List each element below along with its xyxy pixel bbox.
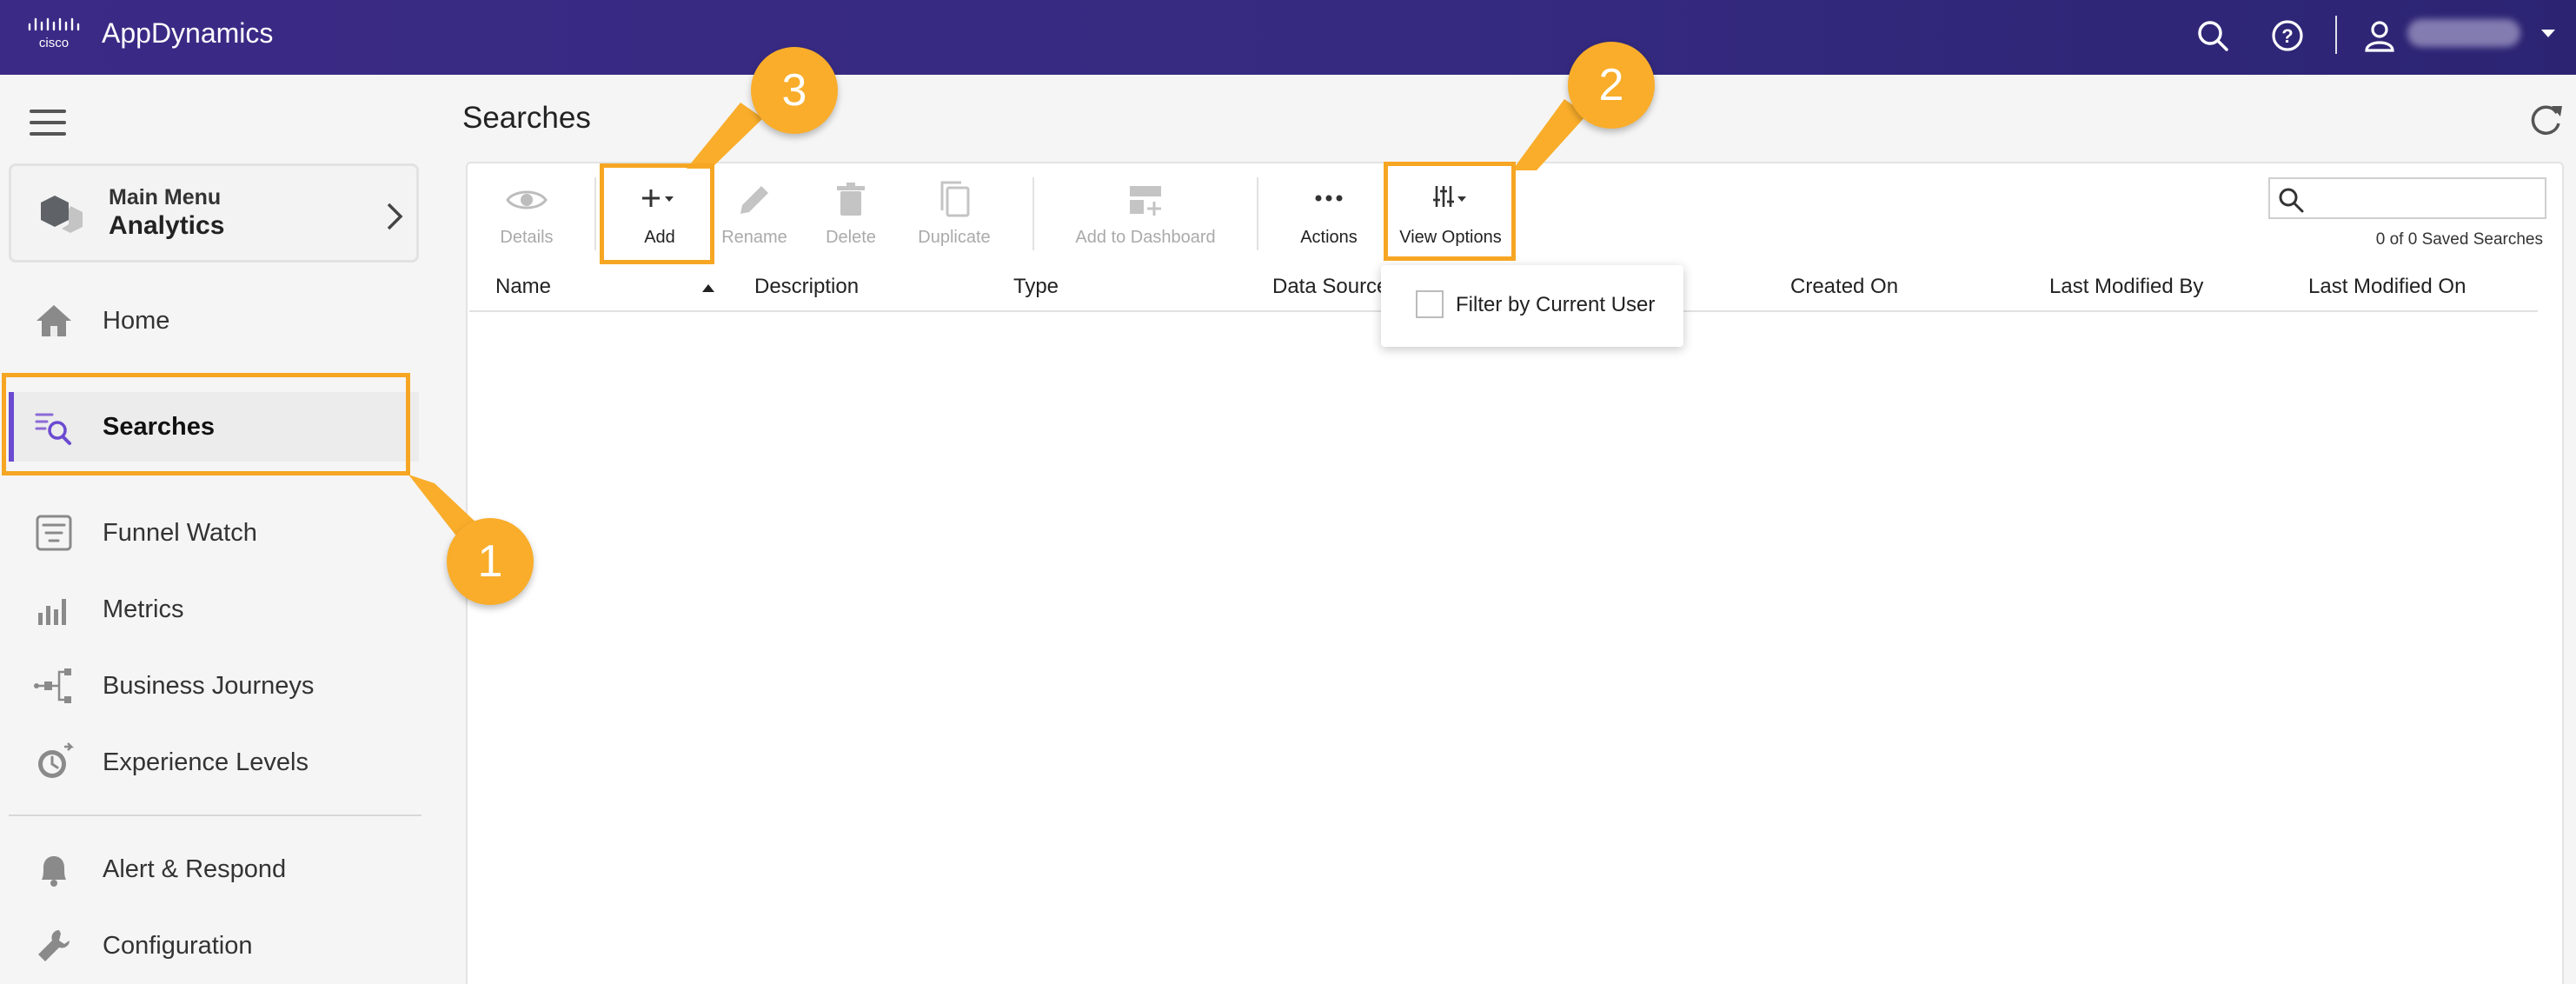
add-to-dashboard-label: Add to Dashboard: [1075, 228, 1216, 247]
chevron-right-icon: [387, 203, 403, 230]
cisco-logo: cisco: [28, 17, 80, 50]
callout-2: 2: [1568, 42, 1655, 129]
sort-ascending-icon[interactable]: [702, 284, 714, 292]
dashboard-add-icon: [1130, 186, 1161, 216]
sidebar-item-metrics[interactable]: Metrics: [9, 575, 419, 644]
actions-label: Actions: [1300, 228, 1358, 247]
svg-text:?: ?: [2281, 25, 2293, 47]
journey-icon: [34, 668, 71, 703]
refresh-icon[interactable]: [2526, 99, 2566, 139]
main-menu-switcher[interactable]: Main Menu Analytics: [9, 163, 419, 263]
rename-label: Rename: [721, 228, 787, 247]
user-icon[interactable]: [2360, 16, 2400, 56]
column-header-created-on[interactable]: Created On: [1790, 275, 1898, 299]
column-header-type[interactable]: Type: [1013, 275, 1059, 299]
highlight-add: [600, 163, 714, 264]
sidebar-item-label: Funnel Watch: [103, 519, 257, 547]
actions-button[interactable]: Actions: [1285, 172, 1373, 263]
add-to-dashboard-button[interactable]: Add to Dashboard: [1060, 172, 1231, 263]
details-label: Details: [500, 228, 554, 247]
sidebar-item-alert-respond[interactable]: Alert & Respond: [9, 834, 419, 904]
trash-icon: [837, 183, 865, 216]
callout-1: 1: [447, 518, 534, 605]
topbar-divider: [2335, 16, 2337, 54]
column-header-description[interactable]: Description: [754, 275, 859, 299]
main-menu-title: Analytics: [109, 211, 225, 240]
clock-icon: [38, 742, 75, 778]
search-icon[interactable]: [2193, 16, 2233, 56]
column-header-name[interactable]: Name: [495, 275, 551, 299]
callout-3: 3: [751, 47, 838, 134]
highlight-searches: [2, 373, 410, 475]
toolbar-divider: [1257, 177, 1258, 250]
rename-button[interactable]: Rename: [718, 172, 791, 263]
search-input[interactable]: [2314, 183, 2543, 216]
eye-icon: [506, 190, 548, 209]
toolbar-divider: [594, 177, 596, 250]
sidebar-item-label: Business Journeys: [103, 672, 315, 700]
top-bar: cisco AppDynamics ?: [0, 0, 2576, 75]
svg-text:cisco: cisco: [39, 36, 69, 50]
bar-chart-icon: [38, 599, 66, 625]
sidebar-item-configuration[interactable]: Configuration: [9, 911, 419, 981]
saved-search-filter[interactable]: [2268, 177, 2546, 219]
hexagon-icon: [41, 196, 83, 233]
page-title: Searches: [462, 101, 591, 135]
sidebar-item-home[interactable]: Home: [9, 286, 419, 356]
sidebar-divider: [9, 814, 422, 816]
sidebar-item-label: Experience Levels: [103, 748, 309, 776]
highlight-view-options: [1384, 162, 1516, 261]
chevron-down-icon[interactable]: [2541, 30, 2555, 37]
hamburger-menu-icon[interactable]: [30, 110, 66, 137]
view-options-menu: Filter by Current User: [1381, 265, 1683, 347]
delete-button[interactable]: Delete: [817, 172, 885, 263]
copy-icon: [940, 181, 970, 217]
column-header-data-source[interactable]: Data Source: [1272, 275, 1388, 299]
sidebar-item-business-journeys[interactable]: Business Journeys: [9, 651, 419, 721]
wrench-icon: [38, 930, 70, 961]
help-icon[interactable]: ?: [2267, 16, 2307, 56]
app-title: AppDynamics: [102, 17, 274, 49]
filter-by-current-user-checkbox[interactable]: [1416, 290, 1444, 318]
sidebar-item-label: Home: [103, 307, 170, 335]
duplicate-button[interactable]: Duplicate: [909, 172, 999, 263]
sidebar-item-label: Alert & Respond: [103, 855, 287, 883]
toolbar-divider: [1032, 177, 1034, 250]
sidebar-item-funnel-watch[interactable]: Funnel Watch: [9, 498, 419, 568]
saved-searches-count: 0 of 0 Saved Searches: [2375, 230, 2543, 249]
user-name[interactable]: [2407, 19, 2520, 47]
column-header-last-modified-by[interactable]: Last Modified By: [2049, 275, 2203, 299]
column-header-last-modified-on[interactable]: Last Modified On: [2308, 275, 2466, 299]
sidebar-item-label: Metrics: [103, 595, 184, 623]
search-icon: [2279, 188, 2304, 213]
delete-label: Delete: [826, 228, 876, 247]
bell-icon: [42, 856, 66, 887]
filter-by-current-user-label[interactable]: Filter by Current User: [1456, 293, 1655, 317]
home-icon: [37, 305, 71, 336]
sidebar-item-experience-levels[interactable]: Experience Levels: [9, 728, 419, 797]
pencil-icon: [740, 186, 768, 214]
duplicate-label: Duplicate: [918, 228, 991, 247]
sidebar-item-label: Configuration: [103, 932, 253, 960]
main-menu-label: Main Menu: [109, 185, 222, 209]
funnel-watch-icon: [36, 515, 72, 551]
details-button[interactable]: Details: [490, 172, 563, 263]
more-horizontal-icon: [1315, 195, 1343, 202]
